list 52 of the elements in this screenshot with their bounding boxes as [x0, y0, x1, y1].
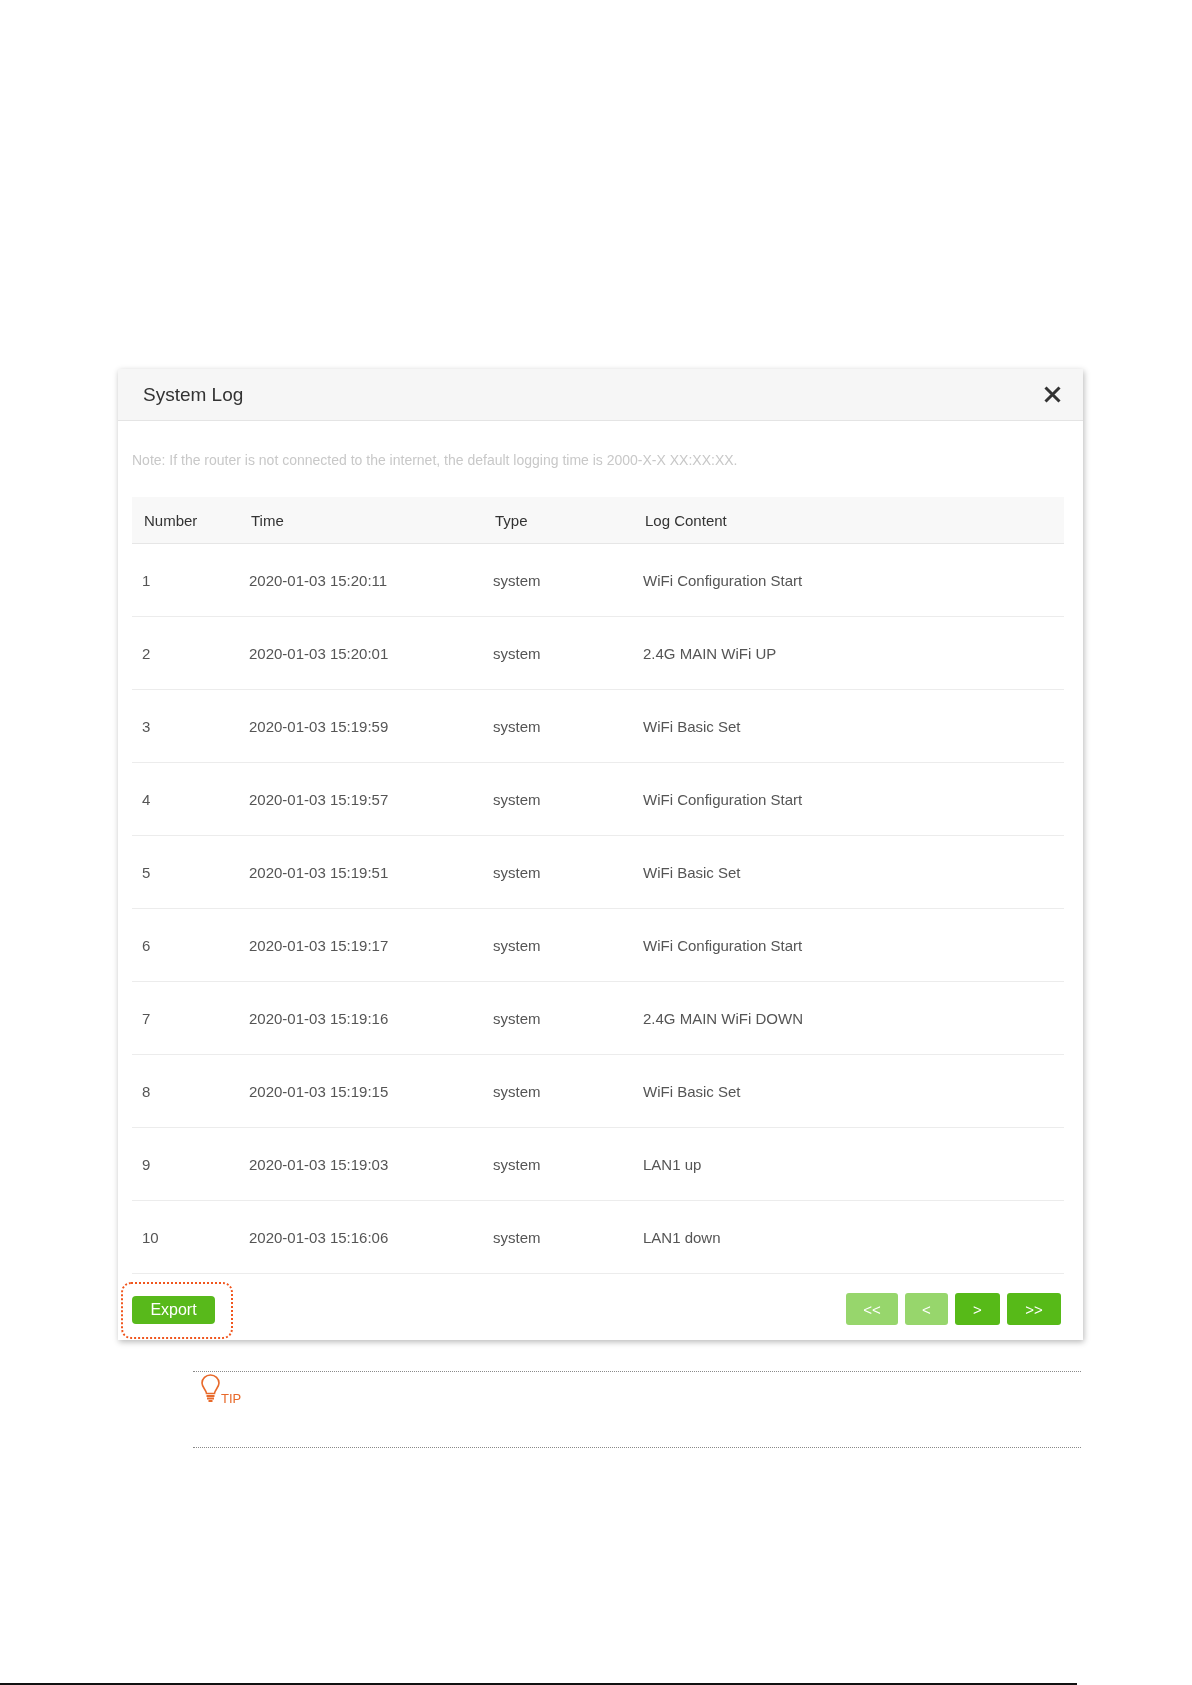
table-cell: 8 [132, 1054, 239, 1128]
table-cell: 2020-01-03 15:19:57 [239, 762, 483, 836]
table-cell: 2020-01-03 15:19:51 [239, 835, 483, 909]
table-cell: system [483, 1200, 633, 1274]
close-icon [1044, 386, 1061, 403]
table-cell: WiFi Basic Set [633, 689, 1064, 763]
table-cell: 2.4G MAIN WiFi UP [633, 616, 1064, 690]
table-cell: 9 [132, 1127, 239, 1201]
lightbulb-icon [200, 1374, 221, 1403]
table-cell: 2020-01-03 15:19:59 [239, 689, 483, 763]
table-cell: WiFi Configuration Start [633, 908, 1064, 982]
table-cell: WiFi Configuration Start [633, 543, 1064, 617]
table-cell: system [483, 981, 633, 1055]
table-cell: 2020-01-03 15:19:17 [239, 908, 483, 982]
table-cell: system [483, 835, 633, 909]
export-button[interactable]: Export [132, 1296, 215, 1324]
table-cell: LAN1 up [633, 1127, 1064, 1201]
table-cell: system [483, 689, 633, 763]
table-cell: 2020-01-03 15:19:16 [239, 981, 483, 1055]
pagination-button[interactable]: >> [1007, 1293, 1061, 1325]
table-cell: system [483, 908, 633, 982]
table-cell: 3 [132, 689, 239, 763]
table-cell: 2 [132, 616, 239, 690]
table-cell: 4 [132, 762, 239, 836]
table-cell: 10 [132, 1200, 239, 1274]
tip-label: TIP [221, 1391, 242, 1406]
pagination-button[interactable]: > [955, 1293, 1000, 1325]
table-cell: 2020-01-03 15:16:06 [239, 1200, 483, 1274]
table-cell: 2020-01-03 15:20:01 [239, 616, 483, 690]
table-cell: LAN1 down [633, 1200, 1064, 1274]
table-cell: 2020-01-03 15:20:11 [239, 543, 483, 617]
table-cell: 2020-01-03 15:19:15 [239, 1054, 483, 1128]
table-cell: system [483, 1127, 633, 1201]
dialog-title: System Log [143, 383, 244, 406]
table-cell: WiFi Basic Set [633, 1054, 1064, 1128]
table-cell: 6 [132, 908, 239, 982]
table-cell: 5 [132, 835, 239, 909]
table-cell: 2020-01-03 15:19:03 [239, 1127, 483, 1201]
table-cell: 7 [132, 981, 239, 1055]
column-header: Time [239, 497, 483, 544]
table-cell: system [483, 616, 633, 690]
table-cell: 1 [132, 543, 239, 617]
close-button[interactable] [1044, 386, 1061, 403]
table-cell: system [483, 543, 633, 617]
table-cell: WiFi Basic Set [633, 835, 1064, 909]
column-header: Number [132, 497, 239, 544]
column-header: Type [483, 497, 633, 544]
table-cell: WiFi Configuration Start [633, 762, 1064, 836]
table-cell: 2.4G MAIN WiFi DOWN [633, 981, 1064, 1055]
column-header: Log Content [633, 497, 1064, 544]
table-cell: system [483, 762, 633, 836]
table-cell: system [483, 1054, 633, 1128]
